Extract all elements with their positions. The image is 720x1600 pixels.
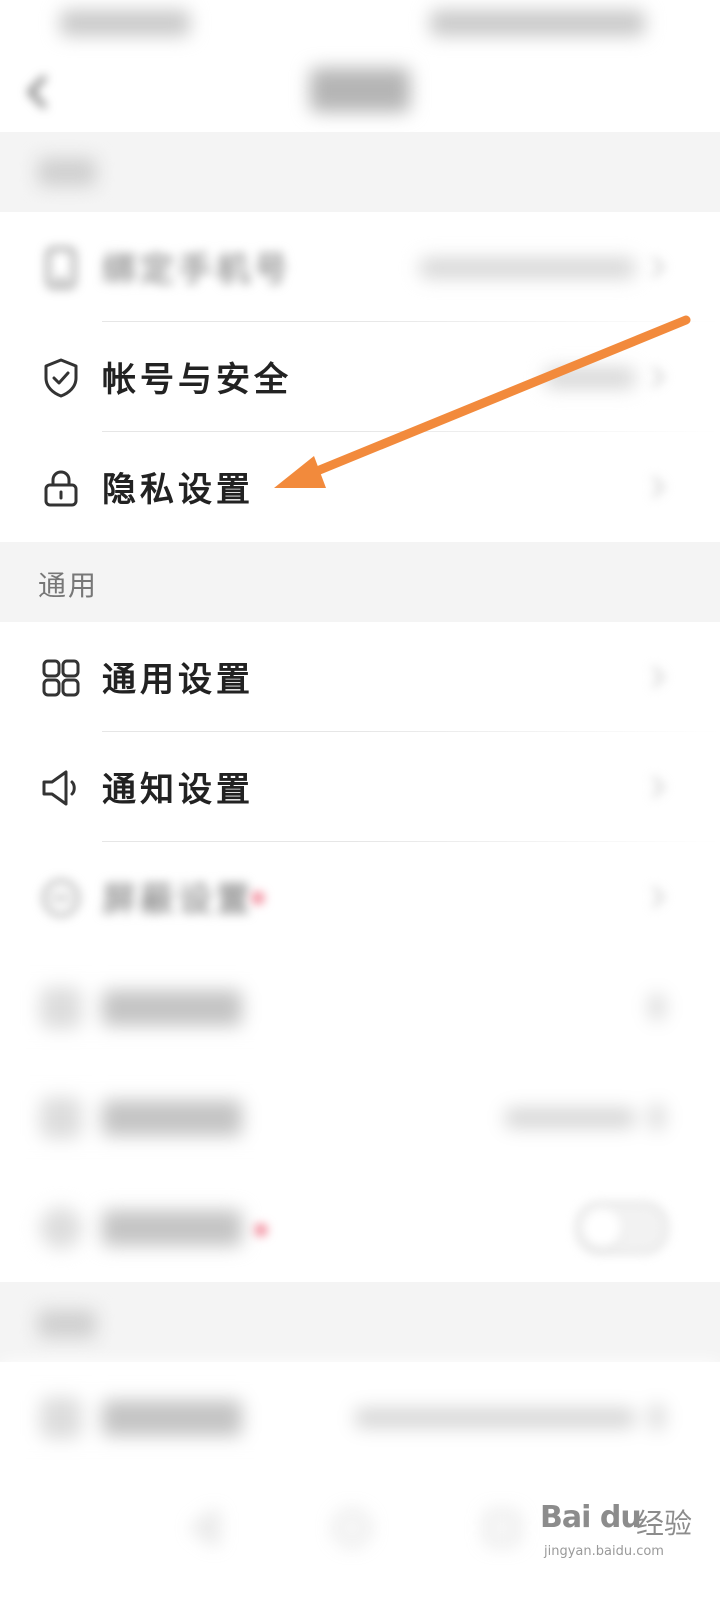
section-label: 通用 <box>38 569 99 602</box>
setting-icon <box>40 1397 82 1439</box>
chevron-right-icon <box>650 1104 664 1130</box>
row-value-placeholder <box>355 1408 635 1428</box>
row-label: 绑定手机号 <box>102 250 292 290</box>
section-label-placeholder <box>38 1310 96 1338</box>
chevron-right-icon <box>651 475 666 499</box>
watermark: Bai du 经验 jingyan.baidu.com <box>540 1490 710 1570</box>
nav-bar <box>0 50 720 132</box>
minus-circle-icon <box>42 879 80 917</box>
page-title <box>310 68 410 112</box>
row-account-security[interactable]: 帐号与安全 <box>0 322 720 432</box>
lock-icon <box>44 470 78 507</box>
row-value-placeholder <box>420 258 635 278</box>
phone-icon <box>46 247 76 289</box>
row-label-placeholder <box>102 1400 242 1436</box>
row-label-placeholder <box>102 990 242 1026</box>
badge-dot <box>255 1224 267 1236</box>
section-header-account <box>0 132 720 212</box>
row-general-settings[interactable]: 通用设置 <box>0 622 720 732</box>
row-notification-settings[interactable]: 通知设置 <box>0 732 720 842</box>
chevron-right-icon <box>650 1404 664 1430</box>
status-bar <box>0 0 720 50</box>
row-bind-phone[interactable]: 绑定手机号 <box>0 212 720 322</box>
speaker-icon <box>42 770 76 806</box>
chevron-right-icon <box>651 365 666 389</box>
row-blurred-1[interactable] <box>0 952 720 1062</box>
row-blurred-4[interactable] <box>0 1362 720 1472</box>
row-value-placeholder <box>505 1108 635 1128</box>
chevron-right-icon <box>650 994 664 1020</box>
row-block-settings[interactable]: 屏蔽设置 <box>0 842 720 952</box>
settings-screen: 绑定手机号 帐号与安全 隐私设置 通用 通用设置 通知设置 屏蔽设置 Bai d… <box>0 0 720 1600</box>
row-label: 通用设置 <box>102 660 254 700</box>
back-triangle-icon[interactable] <box>185 1508 225 1548</box>
chevron-right-icon <box>651 885 666 909</box>
recents-square-icon[interactable] <box>482 1508 522 1548</box>
shield-check-icon <box>44 358 78 398</box>
status-signal-placeholder <box>60 10 190 36</box>
row-label: 帐号与安全 <box>102 360 292 400</box>
setting-icon <box>40 1207 82 1249</box>
watermark-brand: 经验 <box>636 1507 693 1540</box>
watermark-logo: Bai du <box>540 1500 642 1535</box>
row-label-placeholder <box>102 1100 242 1136</box>
section-header-general: 通用 <box>0 542 720 622</box>
row-label: 通知设置 <box>102 770 254 810</box>
chevron-right-icon <box>651 255 666 279</box>
setting-icon <box>40 1097 82 1139</box>
chevron-right-icon <box>651 665 666 689</box>
home-circle-icon[interactable] <box>332 1508 372 1548</box>
status-battery-placeholder <box>430 10 645 36</box>
badge-dot <box>252 892 264 904</box>
row-label: 屏蔽设置 <box>102 880 254 920</box>
section-label-placeholder <box>38 158 96 186</box>
setting-icon <box>40 987 82 1029</box>
grid-icon <box>42 659 80 697</box>
row-blurred-3[interactable] <box>0 1172 720 1282</box>
chevron-left-icon[interactable] <box>20 72 56 112</box>
toggle-switch[interactable] <box>576 1202 668 1254</box>
row-value-placeholder <box>545 368 635 388</box>
chevron-right-icon <box>651 775 666 799</box>
section-header-other <box>0 1282 720 1362</box>
toggle-knob <box>582 1208 622 1248</box>
watermark-url: jingyan.baidu.com <box>544 1544 664 1559</box>
row-privacy-settings[interactable]: 隐私设置 <box>0 432 720 542</box>
row-label: 隐私设置 <box>102 470 254 510</box>
row-label-placeholder <box>102 1210 242 1246</box>
row-blurred-2[interactable] <box>0 1062 720 1172</box>
